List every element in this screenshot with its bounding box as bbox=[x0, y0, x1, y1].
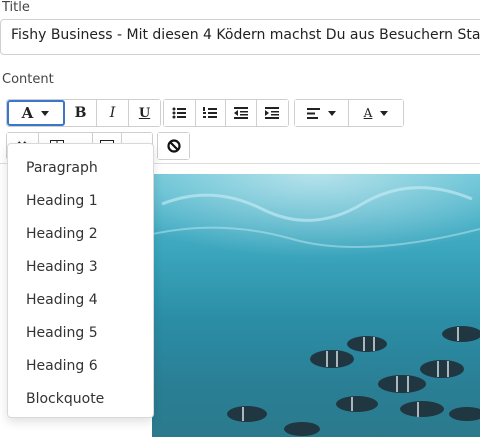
indent-button[interactable] bbox=[256, 100, 289, 126]
toolbar-group-align-color: A bbox=[294, 99, 404, 127]
content-label: Content bbox=[2, 72, 54, 87]
clear-format-button[interactable] bbox=[158, 133, 189, 159]
style-icon: A bbox=[21, 104, 34, 122]
underline-icon: U bbox=[138, 105, 151, 121]
dropdown-item-heading-1[interactable]: Heading 1 bbox=[8, 185, 153, 218]
underwater-fish-image bbox=[152, 174, 480, 437]
style-button[interactable]: A bbox=[7, 100, 65, 126]
chevron-down-icon bbox=[380, 110, 389, 116]
style-dropdown-menu: Paragraph Heading 1 Heading 2 Heading 3 … bbox=[7, 143, 154, 418]
dropdown-item-heading-3[interactable]: Heading 3 bbox=[8, 251, 153, 284]
font-color-icon: A bbox=[363, 106, 373, 120]
ordered-list-icon bbox=[203, 107, 218, 118]
italic-button[interactable]: I bbox=[97, 100, 129, 126]
toolbar-group-lists bbox=[163, 99, 289, 127]
font-color-button[interactable]: A bbox=[349, 100, 403, 126]
dropdown-item-paragraph[interactable]: Paragraph bbox=[8, 152, 153, 185]
dropdown-item-blockquote[interactable]: Blockquote bbox=[8, 383, 153, 416]
dropdown-item-heading-2[interactable]: Heading 2 bbox=[8, 218, 153, 251]
unordered-list-icon bbox=[172, 107, 187, 119]
bold-button[interactable]: B bbox=[65, 100, 97, 126]
dropdown-item-heading-6[interactable]: Heading 6 bbox=[8, 350, 153, 383]
ordered-list-button[interactable] bbox=[195, 100, 227, 126]
chevron-down-icon bbox=[41, 110, 50, 116]
dropdown-item-heading-4[interactable]: Heading 4 bbox=[8, 284, 153, 317]
align-icon bbox=[307, 107, 320, 119]
align-button[interactable] bbox=[295, 100, 350, 126]
outdent-button[interactable] bbox=[226, 100, 257, 126]
title-label: Title bbox=[2, 0, 30, 15]
underline-button[interactable]: U bbox=[129, 100, 160, 126]
toolbar-group-clear bbox=[157, 132, 190, 160]
outdent-icon bbox=[233, 107, 248, 119]
clear-format-icon bbox=[166, 139, 181, 153]
indent-icon bbox=[265, 107, 280, 119]
dropdown-item-heading-5[interactable]: Heading 5 bbox=[8, 317, 153, 350]
bold-icon: B bbox=[74, 105, 87, 121]
unordered-list-button[interactable] bbox=[164, 100, 196, 126]
chevron-down-icon bbox=[328, 110, 336, 116]
title-input[interactable]: Fishy Business - Mit diesen 4 Ködern mac… bbox=[0, 19, 480, 55]
fish-school-illustration bbox=[152, 174, 480, 436]
italic-icon: I bbox=[109, 105, 116, 121]
toolbar-group-style-text: A B I U bbox=[6, 99, 161, 127]
